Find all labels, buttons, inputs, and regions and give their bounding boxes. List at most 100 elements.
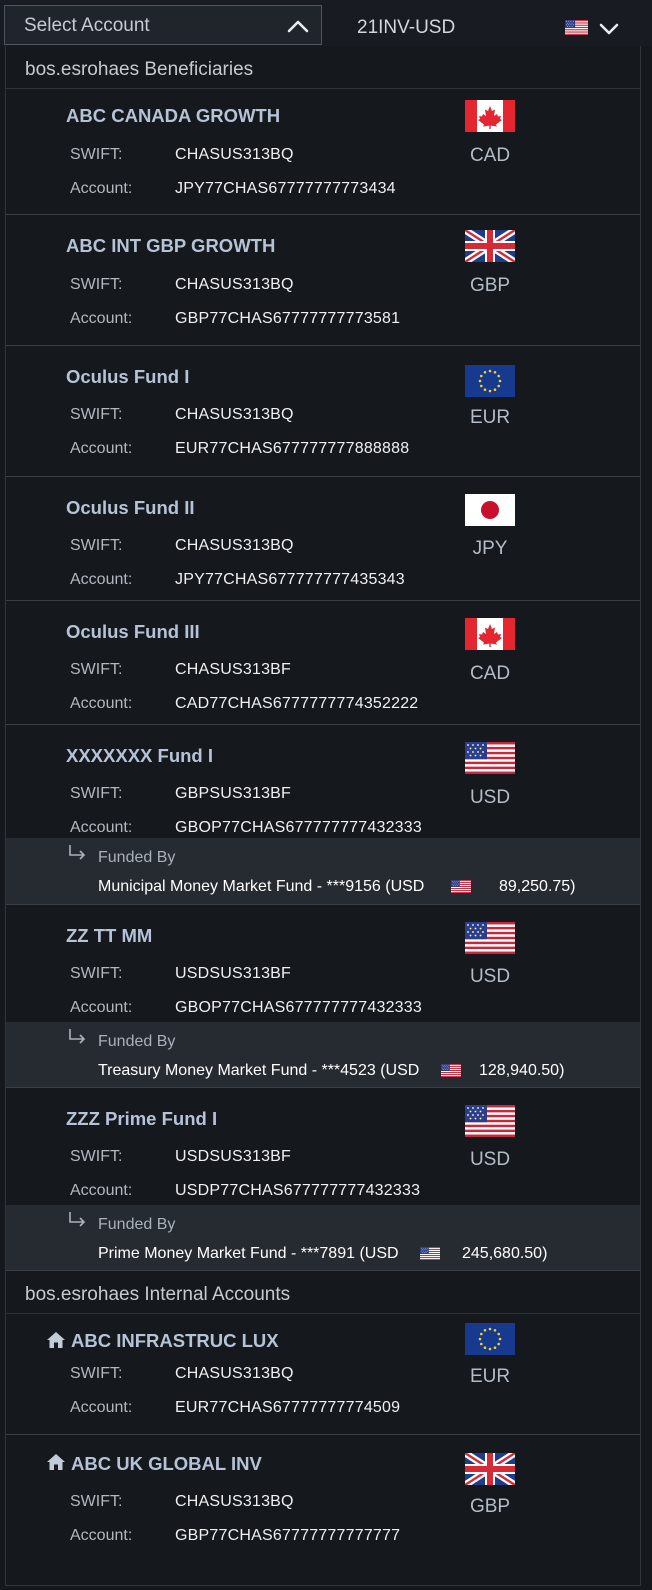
us-flag-icon [465,1105,515,1137]
beneficiary-name: ABC INT GBP GROWTH [66,235,276,256]
eu-flag-icon [465,365,515,397]
beneficiary-item[interactable]: ZZZ Prime Fund I SWIFT: USDSUS313BF Acco… [6,1088,640,1271]
beneficiary-name: Oculus Fund I [66,366,190,387]
account-selector-bar: Select Account 21INV-USD [0,0,652,46]
currency-code: GBP [469,1496,511,1517]
us-flag-icon [465,742,515,774]
currency-code: EUR [469,1366,511,1387]
us-flag-icon [465,922,515,954]
us-flag-icon [451,880,471,893]
swift-value: CHASUS313BF [175,661,292,678]
funded-by-block: Funded By Prime Money Market Fund - ***7… [6,1205,640,1270]
swift-label: SWIFT: [70,1493,123,1510]
home-icon [47,1332,65,1348]
beneficiary-name: XXXXXXX Fund I [66,745,213,766]
swift-value: CHASUS313BQ [175,406,294,423]
beneficiary-item[interactable]: ABC INT GBP GROWTH SWIFT: CHASUS313BQ Ac… [6,215,640,346]
return-arrow-icon [69,1029,86,1044]
account-dropdown-panel: bos.esrohaes Beneficiaries ABC CANADA GR… [5,46,641,1586]
beneficiary-name: ZZ TT MM [66,925,153,946]
currency-code: GBP [469,275,511,296]
funded-by-block: Funded By Municipal Money Market Fund - … [6,838,640,904]
account-value: GBP77CHAS67777777773581 [175,310,401,327]
beneficiary-name: ABC CANADA GROWTH [66,105,281,126]
internal-account-name: ABC UK GLOBAL INV [71,1453,262,1474]
account-label: Account: [70,440,133,457]
internal-accounts-section-title: bos.esrohaes Internal Accounts [25,1284,291,1305]
swift-value: USDSUS313BF [175,1148,292,1165]
us-flag-icon [420,1247,440,1260]
account-value: EUR77CHAS67777777774509 [175,1399,401,1416]
account-label: Account: [70,1399,133,1416]
funding-amount: 245,680.50) [462,1245,548,1262]
swift-value: CHASUS313BQ [175,1493,294,1510]
chevron-down-icon[interactable] [598,22,620,36]
beneficiary-item[interactable]: ZZ TT MM SWIFT: USDSUS313BF Account: GBO… [6,905,640,1088]
eu-flag-icon [465,1323,515,1355]
funded-by-label: Funded By [98,1216,176,1233]
account-label: Account: [70,571,133,588]
japan-flag-icon [465,494,515,526]
swift-label: SWIFT: [70,146,123,163]
canada-flag-icon [465,618,515,650]
select-account-label: Select Account [24,15,150,36]
beneficiary-item[interactable]: XXXXXXX Fund I SWIFT: GBPSUS313BF Accoun… [6,725,640,905]
return-arrow-icon [69,845,86,860]
beneficiary-name: ZZZ Prime Fund I [66,1108,218,1129]
funding-amount: 128,940.50) [479,1062,565,1079]
funding-amount: 89,250.75) [499,878,576,895]
funding-fund-name: Prime Money Market Fund - ***7891 (USD [98,1245,399,1262]
account-label: Account: [70,180,133,197]
beneficiary-item[interactable]: Oculus Fund II SWIFT: CHASUS313BQ Accoun… [6,477,640,601]
swift-label: SWIFT: [70,1148,123,1165]
account-value: JPY77CHAS67777777773434 [175,180,396,197]
currency-code: EUR [469,407,511,428]
account-label: Account: [70,819,133,836]
account-value: GBOP77CHAS677777777432333 [175,819,422,836]
account-value: GBP77CHAS67777777777777 [175,1527,401,1544]
swift-value: CHASUS313BQ [175,146,294,163]
selected-account-dropdown[interactable]: 21INV-USD [326,5,644,45]
chevron-up-icon[interactable] [286,18,310,34]
swift-label: SWIFT: [70,276,123,293]
swift-label: SWIFT: [70,1365,123,1382]
currency-code: USD [469,1149,511,1170]
beneficiary-item[interactable]: Oculus Fund I SWIFT: CHASUS313BQ Account… [6,346,640,477]
beneficiary-item[interactable]: ABC CANADA GROWTH SWIFT: CHASUS313BQ Acc… [6,89,640,215]
funded-by-label: Funded By [98,1033,176,1050]
currency-code: JPY [472,538,508,559]
beneficiary-item[interactable]: Oculus Fund III SWIFT: CHASUS313BF Accou… [6,601,640,725]
canada-flag-icon [465,100,515,132]
beneficiary-name: Oculus Fund II [66,497,195,518]
home-icon [47,1454,65,1470]
currency-code: CAD [469,145,511,166]
swift-label: SWIFT: [70,661,123,678]
internal-account-item[interactable]: ABC INFRASTRUC LUX SWIFT: CHASUS313BQ Ac… [6,1314,640,1435]
internal-account-item[interactable]: ABC UK GLOBAL INV SWIFT: CHASUS313BQ Acc… [6,1435,641,1585]
account-value: USDP77CHAS677777777432333 [175,1182,421,1199]
account-value: CAD77CHAS6777777774352222 [175,695,419,712]
account-value: GBOP77CHAS677777777432333 [175,999,422,1016]
uk-flag-icon [465,230,515,262]
account-label: Account: [70,999,133,1016]
uk-flag-icon [465,1453,515,1485]
currency-code: USD [469,966,511,987]
us-flag-icon [565,20,588,35]
internal-account-name: ABC INFRASTRUC LUX [71,1330,279,1351]
swift-value: CHASUS313BQ [175,537,294,554]
swift-value: USDSUS313BF [175,965,292,982]
swift-label: SWIFT: [70,785,123,802]
beneficiaries-section-title: bos.esrohaes Beneficiaries [25,59,254,80]
account-value: EUR77CHAS677777777888888 [175,440,410,457]
us-flag-icon [441,1064,461,1077]
funding-fund-name: Municipal Money Market Fund - ***9156 (U… [98,878,425,895]
account-label: Account: [70,310,133,327]
return-arrow-icon [69,1212,86,1227]
beneficiary-name: Oculus Fund III [66,621,200,642]
account-label: Account: [70,1527,133,1544]
swift-label: SWIFT: [70,406,123,423]
account-label: Account: [70,695,133,712]
currency-code: USD [469,787,511,808]
select-account-dropdown[interactable]: Select Account [4,5,322,45]
currency-code: CAD [469,663,511,684]
